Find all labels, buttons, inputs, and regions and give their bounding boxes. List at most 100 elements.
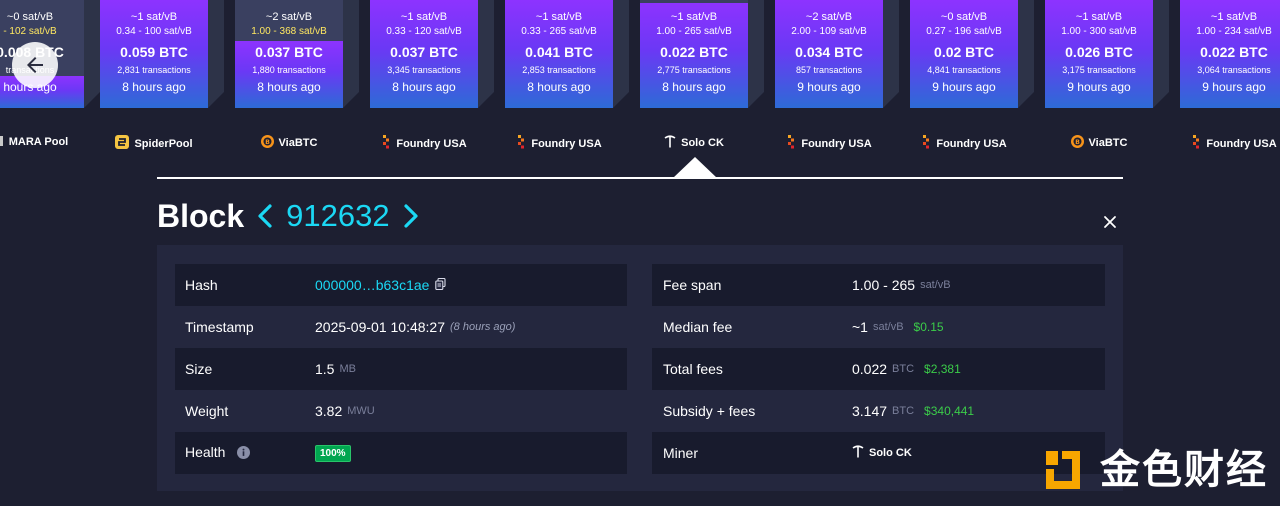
block-age: 9 hours ago (1202, 80, 1266, 94)
block-pool-name: Foundry USA (801, 138, 872, 150)
block-heading: Block 912632 (157, 196, 424, 236)
fee-span-label: Fee span (663, 277, 722, 293)
timestamp-value: 2025-09-01 10:48:27 (315, 319, 445, 335)
block-pool-name: Foundry USA (531, 138, 602, 150)
miner-link[interactable]: Solo CK (869, 447, 912, 459)
spiderpool-icon (115, 135, 130, 152)
copy-icon[interactable] (435, 277, 446, 293)
selected-block-caret (673, 157, 717, 178)
block-age: 9 hours ago (932, 80, 996, 94)
block-cube-face: ~0 sat/vB 0.27 - 196 sat/vB 0.02 BTC 4,841 … (910, 0, 1018, 108)
block-pool-name: ViaBTC (1088, 137, 1128, 149)
weight-label: Weight (185, 403, 229, 419)
hash-label: Hash (185, 277, 218, 293)
block-pool[interactable]: Foundry USA (1160, 135, 1280, 152)
median-fee-fiat: $0.15 (913, 320, 944, 334)
mined-block[interactable]: ~1 sat/vB 0.33 - 120 sat/vB 0.037 BTC 3,345… (370, 0, 494, 150)
block-tx-count: 3,064 transactions (1197, 65, 1271, 75)
block-tx-count: 3,345 transactions (387, 65, 461, 75)
block-age: 8 hours ago (392, 80, 456, 94)
block-cube: ~1 sat/vB 0.33 - 120 sat/vB 0.037 BTC 3,345… (370, 0, 494, 108)
block-tx-count: 1,880 transactions (252, 65, 326, 75)
row-total-fees: Total fees 0.022 BTC $2,381 (652, 348, 1105, 390)
block-fee-range: 0.27 - 196 sat/vB (926, 26, 1002, 37)
block-pool[interactable]: Foundry USA (350, 135, 498, 152)
block-pool[interactable]: B ViaBTC (1025, 135, 1173, 151)
block-pool[interactable]: B ViaBTC (215, 135, 363, 151)
block-fee-rate: ~0 sat/vB (6, 11, 54, 23)
block-fee-rate: ~2 sat/vB (265, 11, 313, 23)
block-cube-face: ~1 sat/vB 0.33 - 120 sat/vB 0.037 BTC 3,345… (370, 0, 478, 108)
block-cube-side (1018, 0, 1034, 108)
block-cube-side (748, 0, 764, 108)
details-left-column: Hash 000000…b63c1ae Timestamp 2025-09-01… (175, 264, 627, 474)
viabtc-icon: B (1070, 135, 1084, 151)
block-pool-name: Foundry USA (1206, 138, 1277, 150)
row-median-fee: Median fee ~1 sat/vB $0.15 (652, 306, 1105, 348)
block-pool-name: MARA Pool (8, 136, 69, 148)
chevron-right-icon[interactable] (402, 203, 424, 229)
block-pool[interactable]: Foundry USA (890, 135, 1038, 152)
block-cube-side (883, 0, 899, 108)
block-cube-side (84, 0, 100, 108)
block-fee-rate: ~1 sat/vB (130, 11, 178, 23)
block-total-fees: 0.037 BTC (390, 44, 458, 60)
mined-block[interactable]: ~1 sat/vB 1.00 - 265 sat/vB 0.022 BTC 2,775… (640, 0, 764, 149)
mined-block[interactable]: ~1 sat/vB 0.33 - 265 sat/vB 0.041 BTC 2,853… (505, 0, 629, 150)
block-info: ~1 sat/vB 1.00 - 300 sat/vB 0.026 BTC 3,175… (1045, 0, 1153, 108)
block-pool-name: Foundry USA (936, 138, 1007, 150)
block-pool-name: ViaBTC (278, 137, 318, 149)
hash-link[interactable]: 000000…b63c1ae (315, 277, 429, 293)
mined-block[interactable]: ~2 sat/vB 1.00 - 368 sat/vB 0.037 BTC 1,880… (235, 0, 359, 149)
mined-block[interactable]: ~1 sat/vB 0.34 - 100 sat/vB 0.059 BTC 2,831… (100, 0, 224, 150)
svg-text:B: B (265, 139, 270, 146)
health-badge: 100% (315, 444, 351, 462)
row-size: Size 1.5 MB (175, 348, 627, 390)
block-details-panel: Hash 000000…b63c1ae Timestamp 2025-09-01… (157, 245, 1123, 491)
block-cube-face: ~2 sat/vB 2.00 - 109 sat/vB 0.034 BTC 857 t… (775, 0, 883, 108)
block-cube: ~1 sat/vB 1.00 - 300 sat/vB 0.026 BTC 3,175… (1045, 0, 1169, 108)
mined-block[interactable]: ~2 sat/vB 2.00 - 109 sat/vB 0.034 BTC 857 t… (775, 0, 899, 150)
back-button[interactable] (12, 42, 58, 88)
foundry-icon (516, 135, 526, 152)
watermark-text: 金色财经 (1100, 447, 1268, 493)
health-label-wrap: Health (175, 444, 315, 462)
close-icon[interactable] (1102, 214, 1118, 230)
block-info: ~1 sat/vB 0.33 - 265 sat/vB 0.041 BTC 2,853… (505, 0, 613, 108)
row-subsidy-fees: Subsidy + fees 3.147 BTC $340,441 (652, 390, 1105, 432)
block-fee-rate: ~1 sat/vB (535, 11, 583, 23)
block-total-fees: 0.022 BTC (660, 44, 728, 60)
block-cube-face: ~2 sat/vB 1.00 - 368 sat/vB 0.037 BTC 1,880… (235, 0, 343, 108)
block-info: ~1 sat/vB 0.33 - 120 sat/vB 0.037 BTC 3,345… (370, 0, 478, 108)
row-miner: Miner Solo CK (652, 432, 1105, 474)
block-fee-rate: ~2 sat/vB (805, 11, 853, 23)
block-pool[interactable]: SpiderPool (80, 135, 228, 152)
subsidy-fees-label: Subsidy + fees (663, 403, 756, 419)
block-pool-name: SpiderPool (134, 138, 193, 150)
row-hash: Hash 000000…b63c1ae (175, 264, 627, 306)
block-fee-range: 1.00 - 368 sat/vB (251, 26, 327, 37)
block-total-fees: 0.026 BTC (1065, 44, 1133, 60)
median-fee-unit: sat/vB (872, 321, 904, 333)
jinse-logo-icon (1046, 451, 1080, 489)
block-cube: ~0 sat/vB 0.27 - 196 sat/vB 0.02 BTC 4,841 … (910, 0, 1034, 108)
block-pool[interactable]: Solo CK (620, 135, 768, 151)
pickaxe-icon (852, 445, 864, 461)
info-icon[interactable] (237, 446, 251, 462)
block-info: ~1 sat/vB 1.00 - 265 sat/vB 0.022 BTC 2,775… (640, 0, 748, 108)
mined-block[interactable]: ~1 sat/vB 1.00 - 300 sat/vB 0.026 BTC 3,175… (1045, 0, 1169, 149)
chevron-left-icon[interactable] (256, 203, 278, 229)
block-pool[interactable]: Foundry USA (485, 135, 633, 152)
block-title: Block (157, 197, 245, 234)
pickaxe-icon (664, 135, 676, 151)
block-info: ~1 sat/vB 1.00 - 234 sat/vB 0.022 BTC 3,064… (1180, 0, 1280, 108)
subsidy-fees-unit: BTC (892, 405, 915, 417)
block-cube: ~1 sat/vB 1.00 - 265 sat/vB 0.022 BTC 2,775… (640, 0, 764, 108)
block-pool[interactable]: Foundry USA (755, 135, 903, 152)
mined-block[interactable]: ~0 sat/vB 0.27 - 196 sat/vB 0.02 BTC 4,841 … (910, 0, 1034, 150)
block-cube-side (208, 0, 224, 108)
mined-block[interactable]: ~1 sat/vB 1.00 - 234 sat/vB 0.022 BTC 3,064… (1180, 0, 1280, 150)
block-fee-range: 0.33 - 265 sat/vB (521, 26, 597, 37)
block-tx-count: 2,775 transactions (657, 65, 731, 75)
block-total-fees: 0.037 BTC (255, 44, 323, 60)
